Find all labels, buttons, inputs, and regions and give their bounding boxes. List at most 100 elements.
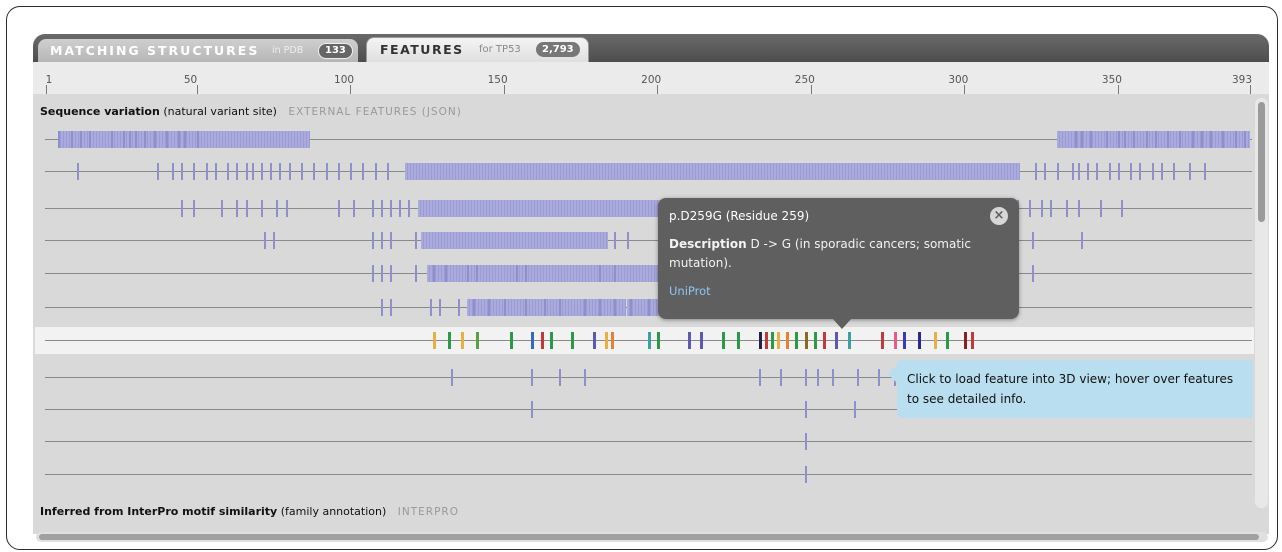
variant-feature[interactable] [390, 200, 392, 217]
variant-feature[interactable] [1188, 163, 1191, 180]
variant-feature[interactable] [933, 332, 937, 349]
variant-feature[interactable] [205, 163, 208, 180]
variant-feature[interactable] [1074, 131, 1077, 148]
variant-feature[interactable] [777, 332, 780, 349]
variant-feature[interactable] [273, 232, 276, 249]
variant-feature[interactable] [1222, 131, 1225, 148]
variant-feature[interactable] [457, 299, 460, 316]
variant-feature[interactable] [1090, 131, 1093, 148]
variant-feature[interactable] [1203, 163, 1206, 180]
variant-feature[interactable] [1071, 163, 1074, 180]
variant-feature[interactable] [592, 332, 596, 349]
variant-feature[interactable] [629, 299, 632, 316]
variant-feature[interactable] [515, 265, 518, 282]
variant-feature[interactable] [525, 265, 528, 282]
variant-feature[interactable] [531, 401, 534, 418]
variant-feature[interactable] [525, 299, 528, 316]
variant-feature[interactable] [605, 332, 608, 349]
variant-feature[interactable] [1050, 200, 1053, 217]
variant-feature[interactable] [1210, 131, 1213, 148]
variant-feature[interactable] [503, 299, 506, 316]
variant-feature[interactable] [300, 163, 303, 180]
variant-feature[interactable] [390, 265, 392, 282]
variant-feature[interactable] [721, 332, 725, 349]
variant-feature[interactable] [245, 200, 248, 217]
variant-feature[interactable] [918, 332, 922, 349]
variant-feature[interactable] [598, 299, 601, 316]
variant-feature[interactable] [128, 131, 131, 148]
variant-feature[interactable] [414, 265, 417, 282]
variant-feature[interactable] [380, 200, 383, 217]
variant-feature[interactable] [288, 163, 291, 180]
variant-feature[interactable] [353, 200, 356, 217]
variant-feature[interactable] [780, 369, 783, 386]
variant-feature[interactable] [156, 163, 159, 180]
variant-feature[interactable] [472, 299, 475, 316]
variant-feature[interactable] [488, 299, 491, 316]
variant-feature[interactable] [549, 332, 553, 349]
variant-feature[interactable] [371, 200, 374, 217]
variant-feature[interactable] [571, 332, 575, 349]
variant-feature[interactable] [816, 369, 819, 386]
variant-feature[interactable] [835, 332, 839, 349]
variant-feature[interactable] [414, 232, 417, 249]
variant-feature[interactable] [543, 299, 546, 316]
variant-feature[interactable] [448, 332, 452, 349]
variant-feature[interactable] [1167, 131, 1170, 148]
variant-feature[interactable] [380, 299, 383, 316]
variant-feature[interactable] [439, 299, 442, 316]
variant-feature[interactable] [1096, 163, 1099, 180]
scrollbar-thumb[interactable] [39, 534, 1259, 540]
variant-feature[interactable] [509, 332, 513, 349]
variant-feature[interactable] [1151, 163, 1154, 180]
variant-feature[interactable] [1031, 265, 1034, 282]
variant-feature[interactable] [856, 369, 859, 386]
variant-feature[interactable] [337, 200, 340, 217]
variant-feature[interactable] [804, 401, 807, 418]
variant-feature[interactable] [700, 332, 704, 349]
variant-feature[interactable] [795, 332, 799, 349]
variant-feature[interactable] [1117, 163, 1120, 180]
variant-feature[interactable] [1243, 131, 1246, 148]
horizontal-scrollbar[interactable] [36, 532, 1268, 542]
variant-feature[interactable] [399, 200, 402, 217]
variant-feature[interactable] [1234, 131, 1237, 148]
variant-feature[interactable] [1173, 163, 1176, 180]
variant-cluster[interactable] [417, 200, 698, 217]
variant-feature[interactable] [1160, 163, 1163, 180]
variant-feature[interactable] [445, 265, 448, 282]
variant-feature[interactable] [227, 163, 230, 180]
variant-feature[interactable] [264, 232, 267, 249]
variant-feature[interactable] [433, 265, 435, 282]
variant-feature[interactable] [1087, 163, 1090, 180]
variant-cluster[interactable] [1056, 131, 1250, 148]
variant-feature[interactable] [687, 332, 691, 349]
variant-feature[interactable] [144, 131, 147, 148]
variant-feature[interactable] [786, 332, 790, 349]
variant-feature[interactable] [1121, 200, 1123, 217]
variant-feature[interactable] [429, 299, 432, 316]
variant-feature[interactable] [758, 332, 762, 349]
variant-feature[interactable] [770, 332, 774, 349]
section-source-link[interactable]: INTERPRO [398, 506, 459, 518]
variant-feature[interactable] [764, 332, 768, 349]
variant-feature[interactable] [58, 131, 61, 148]
variant-feature[interactable] [847, 332, 851, 349]
variant-feature[interactable] [1078, 200, 1080, 217]
variant-feature[interactable] [614, 232, 617, 249]
variant-feature[interactable] [337, 163, 340, 180]
variant-feature[interactable] [79, 131, 82, 148]
variant-feature[interactable] [122, 131, 125, 148]
variant-feature[interactable] [1139, 163, 1142, 180]
variant-feature[interactable] [221, 200, 224, 217]
variant-feature[interactable] [902, 332, 906, 349]
variant-feature[interactable] [964, 332, 968, 349]
variant-feature[interactable] [313, 163, 316, 180]
variant-feature[interactable] [804, 332, 808, 349]
variant-feature[interactable] [1031, 232, 1034, 249]
close-icon[interactable]: × [990, 207, 1008, 225]
variant-cluster[interactable] [405, 163, 1020, 180]
variant-feature[interactable] [110, 131, 113, 148]
variant-feature[interactable] [276, 200, 279, 217]
variant-feature[interactable] [758, 369, 761, 386]
